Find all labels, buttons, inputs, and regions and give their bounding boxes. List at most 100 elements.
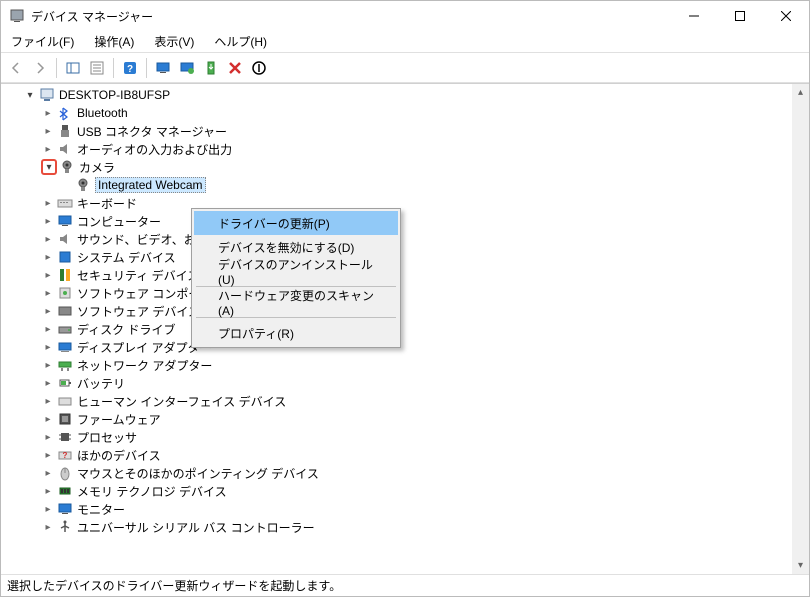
window-title: デバイス マネージャー [31,8,671,25]
uninstall-device-button[interactable] [224,57,246,79]
close-button[interactable] [763,1,809,31]
scan-hardware-button[interactable] [152,57,174,79]
mouse-icon [57,465,73,481]
status-text: 選択したデバイスのドライバー更新ウィザードを起動します。 [7,577,341,594]
forward-button[interactable] [29,57,51,79]
menu-help[interactable]: ヘルプ(H) [210,31,271,52]
security-icon [57,267,73,283]
chevron-right-icon[interactable]: ▸ [41,430,55,444]
unknown-icon: ? [57,447,73,463]
chevron-right-icon[interactable]: ▸ [41,106,55,120]
scroll-up-icon[interactable]: ▴ [792,84,809,101]
computer-icon [39,87,55,103]
toolbar: ? [1,53,809,83]
chevron-down-icon[interactable]: ▾ [41,159,57,175]
chevron-right-icon[interactable]: ▸ [41,322,55,336]
chevron-right-icon[interactable]: ▸ [41,448,55,462]
chevron-right-icon[interactable]: ▸ [41,304,55,318]
tree-item-mice[interactable]: ▸マウスとそのほかのポインティング デバイス [5,464,791,482]
selected-device-label: Integrated Webcam [95,177,206,193]
app-icon [9,8,25,24]
vertical-scrollbar[interactable]: ▴ ▾ [792,84,809,574]
chevron-right-icon[interactable]: ▸ [41,484,55,498]
chevron-right-icon[interactable]: ▸ [41,286,55,300]
camera-icon [59,159,75,175]
tree-item-usb-connector[interactable]: ▸USB コネクタ マネージャー [5,122,791,140]
chevron-right-icon[interactable]: ▸ [41,214,55,228]
chevron-right-icon[interactable]: ▸ [41,520,55,534]
menu-item-scan-hardware[interactable]: ハードウェア変更のスキャン(A) [194,290,398,314]
tree-item-audio[interactable]: ▸オーディオの入力および出力 [5,140,791,158]
chevron-right-icon[interactable]: ▸ [41,124,55,138]
chevron-right-icon[interactable]: ▸ [41,358,55,372]
keyboard-icon [57,195,73,211]
chevron-right-icon[interactable]: ▸ [41,394,55,408]
chevron-right-icon[interactable]: ▸ [41,232,55,246]
maximize-button[interactable] [717,1,763,31]
svg-text:?: ? [127,64,133,75]
properties-button[interactable] [86,57,108,79]
statusbar: 選択したデバイスのドライバー更新ウィザードを起動します。 [1,574,809,596]
menu-item-properties[interactable]: プロパティ(R) [194,321,398,345]
enable-device-button[interactable] [200,57,222,79]
chevron-right-icon[interactable]: ▸ [41,340,55,354]
tree-item-memory-tech[interactable]: ▸メモリ テクノロジ デバイス [5,482,791,500]
menu-item-update-driver[interactable]: ドライバーの更新(P) [194,211,398,235]
back-button[interactable] [5,57,27,79]
chevron-right-icon[interactable]: ▸ [41,376,55,390]
usb-icon [57,123,73,139]
chevron-right-icon[interactable]: ▸ [41,142,55,156]
scroll-track[interactable] [792,101,809,557]
chevron-down-icon[interactable]: ▾ [23,88,37,102]
menubar: ファイル(F) 操作(A) 表示(V) ヘルプ(H) [1,31,809,53]
disable-device-button[interactable] [248,57,270,79]
tree-item-other-devices[interactable]: ▸?ほかのデバイス [5,446,791,464]
help-button[interactable]: ? [119,57,141,79]
tree-item-monitors[interactable]: ▸モニター [5,500,791,518]
chevron-right-icon[interactable]: ▸ [41,196,55,210]
component-icon [57,285,73,301]
tree-item-network-adapters[interactable]: ▸ネットワーク アダプター [5,356,791,374]
toolbar-separator [56,58,57,78]
toolbar-separator [113,58,114,78]
titlebar: デバイス マネージャー [1,1,809,31]
speaker-icon [57,231,73,247]
tree-root[interactable]: ▾ DESKTOP-IB8UFSP [5,86,791,104]
chip-icon [57,249,73,265]
menu-action[interactable]: 操作(A) [90,31,138,52]
speaker-icon [57,141,73,157]
tree-item-hid[interactable]: ▸ヒューマン インターフェイス デバイス [5,392,791,410]
monitor-icon [57,501,73,517]
memory-icon [57,483,73,499]
monitor-icon [57,213,73,229]
tree-item-bluetooth[interactable]: ▸Bluetooth [5,104,791,122]
chevron-right-icon[interactable]: ▸ [41,268,55,282]
tree-item-batteries[interactable]: ▸バッテリ [5,374,791,392]
battery-icon [57,375,73,391]
minimize-button[interactable] [671,1,717,31]
scroll-down-icon[interactable]: ▾ [792,557,809,574]
menu-item-uninstall-device[interactable]: デバイスのアンインストール(U) [194,259,398,283]
disk-icon [57,321,73,337]
context-menu: ドライバーの更新(P) デバイスを無効にする(D) デバイスのアンインストール(… [191,208,401,348]
processor-icon [57,429,73,445]
menu-view[interactable]: 表示(V) [150,31,198,52]
display-adapter-icon [57,339,73,355]
camera-icon [75,177,91,193]
bluetooth-icon [57,105,73,121]
tree-item-firmware[interactable]: ▸ファームウェア [5,410,791,428]
show-hidden-button[interactable] [62,57,84,79]
chevron-right-icon[interactable]: ▸ [41,250,55,264]
tree-item-integrated-webcam[interactable]: Integrated Webcam [5,176,791,194]
menu-file[interactable]: ファイル(F) [7,31,78,52]
tree-item-camera[interactable]: ▾カメラ [5,158,791,176]
tree-item-processors[interactable]: ▸プロセッサ [5,428,791,446]
tree-item-usb-controllers[interactable]: ▸ユニバーサル シリアル バス コントローラー [5,518,791,536]
firmware-icon [57,411,73,427]
hid-icon [57,393,73,409]
tree-pane: ▾ DESKTOP-IB8UFSP ▸Bluetooth ▸USB コネクタ マ… [1,83,809,574]
chevron-right-icon[interactable]: ▸ [41,466,55,480]
update-driver-button[interactable] [176,57,198,79]
chevron-right-icon[interactable]: ▸ [41,412,55,426]
chevron-right-icon[interactable]: ▸ [41,502,55,516]
